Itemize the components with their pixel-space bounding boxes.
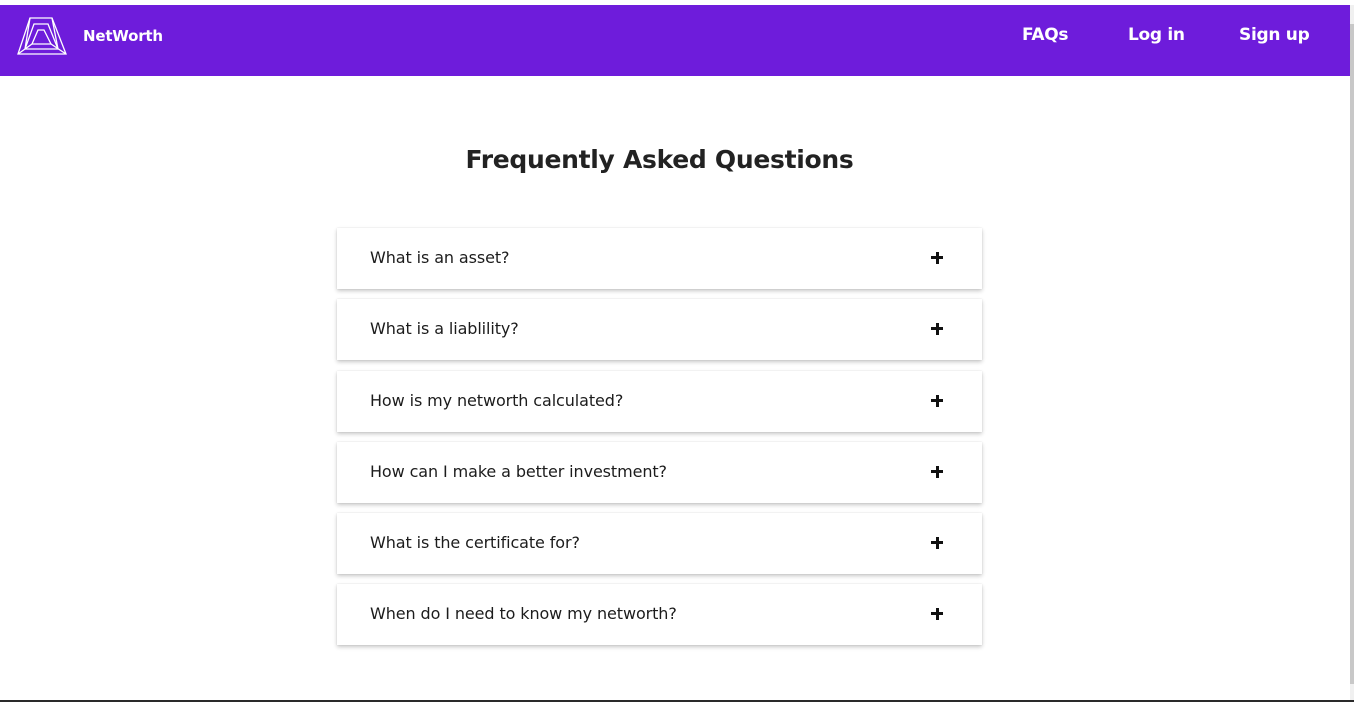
faq-question: What is a liablility? [370,319,519,338]
nav-links: FAQs Log in Sign up [0,25,1350,49]
faq-item-better-investment[interactable]: How can I make a better investment? [337,442,982,503]
scrollbar-thumb[interactable] [1350,24,1354,684]
faq-item-certificate[interactable]: What is the certificate for? [337,513,982,574]
faq-item-networth-calculated[interactable]: How is my networth calculated? [337,371,982,432]
plus-icon[interactable] [929,606,945,622]
faq-item-asset[interactable]: What is an asset? [337,228,982,289]
faq-item-liability[interactable]: What is a liablility? [337,299,982,360]
plus-icon[interactable] [929,393,945,409]
plus-icon[interactable] [929,464,945,480]
nav-link-faqs[interactable]: FAQs [1022,25,1069,45]
navbar: NetWorth FAQs Log in Sign up [0,5,1350,76]
plus-icon[interactable] [929,535,945,551]
nav-link-signup[interactable]: Sign up [1239,25,1310,45]
page-title: Frequently Asked Questions [465,145,854,174]
plus-icon[interactable] [929,250,945,266]
faq-question: What is an asset? [370,248,510,267]
faq-question: How can I make a better investment? [370,462,667,481]
faq-question: When do I need to know my networth? [370,604,677,623]
faq-question: How is my networth calculated? [370,391,624,410]
faq-item-know-networth[interactable]: When do I need to know my networth? [337,584,982,645]
plus-icon[interactable] [929,321,945,337]
faq-question: What is the certificate for? [370,533,580,552]
nav-link-login[interactable]: Log in [1128,25,1185,45]
